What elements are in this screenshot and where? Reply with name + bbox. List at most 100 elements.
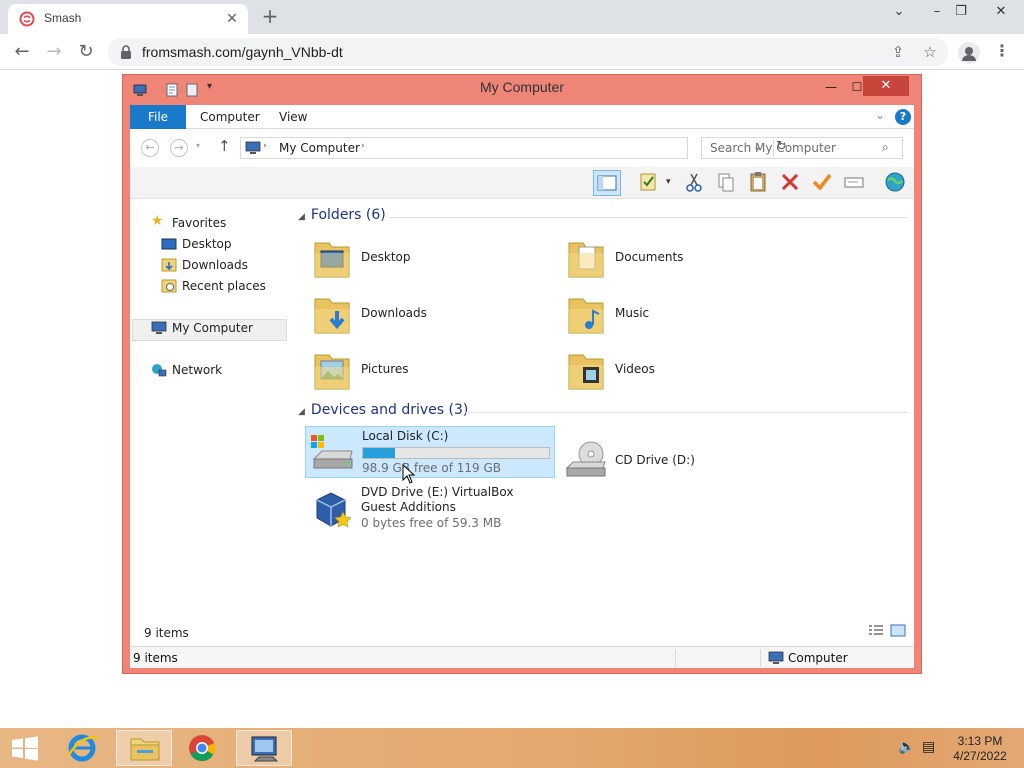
ribbon-expand-chevron-icon[interactable]: ⌄ (875, 108, 885, 122)
collapse-triangle-icon[interactable]: ◢ (298, 407, 305, 417)
taskbar-file-explorer[interactable] (116, 730, 172, 766)
system-clock[interactable]: 3:13 PM 4/27/2022 (944, 734, 1016, 764)
clipboard-icon (750, 172, 766, 192)
window-title: My Computer (479, 79, 565, 95)
nav-favorites-label: Favorites (172, 216, 227, 230)
rename-field-button[interactable] (841, 170, 869, 196)
preview-pane-icon (597, 175, 617, 191)
tab-search-chevron-icon[interactable]: ⌄ (884, 2, 914, 24)
system-drive-icon (311, 435, 353, 469)
folder-tile-downloads[interactable]: Downloads (305, 287, 555, 339)
status-items-count: 9 items (133, 651, 178, 665)
properties-dropdown-icon[interactable]: ▾ (666, 177, 671, 187)
computer-icon (245, 141, 261, 154)
new-tab-button[interactable]: + (258, 5, 282, 29)
start-button[interactable] (0, 730, 50, 766)
taskbar-my-computer[interactable] (236, 730, 292, 766)
back-icon[interactable]: ← (141, 139, 159, 157)
status-divider (675, 649, 676, 667)
network-tray-icon[interactable]: ▤ (922, 739, 935, 755)
large-icons-view-icon[interactable] (890, 624, 906, 638)
clock-time: 3:13 PM (957, 734, 1003, 748)
command-bar: ▾ (130, 167, 914, 199)
recent-places-icon (161, 279, 177, 293)
recent-locations-icon[interactable]: ▾ (196, 141, 200, 150)
music-folder-icon (568, 298, 604, 334)
devices-group-header[interactable]: ◢ Devices and drives (3) (298, 402, 468, 418)
taskbar-internet-explorer[interactable] (54, 730, 110, 766)
folder-tile-pictures[interactable]: Pictures (305, 343, 555, 395)
back-icon[interactable]: ← (10, 40, 34, 64)
forward-icon[interactable]: → (170, 139, 188, 157)
drive-free-space: 0 bytes free of 59.3 MB (361, 516, 502, 530)
tab-computer[interactable]: Computer (200, 110, 260, 124)
browser-tab-strip: Smash ✕ + ⌄ – ❐ ✕ (0, 0, 1024, 34)
address-text[interactable]: My Computer (279, 141, 360, 155)
copy-button[interactable] (713, 170, 741, 196)
folder-tile-music[interactable]: Music (559, 287, 809, 339)
network-globe-button[interactable] (882, 170, 910, 196)
window-close-icon[interactable]: ✕ (863, 76, 909, 96)
search-icon[interactable]: ⌕ (882, 140, 889, 155)
tab-file[interactable]: File (130, 105, 186, 129)
up-arrow-icon[interactable]: ↑ (218, 137, 231, 155)
window-minimize-icon[interactable]: — (823, 77, 839, 97)
profile-avatar-icon[interactable] (958, 42, 980, 64)
reload-icon[interactable]: ↻ (74, 40, 98, 64)
share-icon[interactable]: ⇪ (888, 42, 908, 62)
breadcrumb-separator-icon[interactable]: › (263, 141, 267, 151)
drive-tile-c[interactable]: Local Disk (C:) 98.9 GB free of 119 GB (305, 426, 555, 478)
browser-menu-icon[interactable]: ⋮ (992, 42, 1012, 62)
forward-icon[interactable]: → (42, 40, 66, 64)
details-view-icon[interactable] (868, 624, 884, 638)
drive-name: CD Drive (D:) (615, 453, 695, 467)
drive-free-space: 98.9 GB free of 119 GB (362, 461, 501, 475)
computer-icon (251, 736, 279, 762)
drive-tile-d[interactable]: CD Drive (D:) (559, 441, 809, 478)
nav-desktop-label: Desktop (182, 237, 232, 251)
bookmark-star-icon[interactable]: ☆ (920, 42, 940, 62)
drive-tile-e[interactable]: DVD Drive (E:) VirtualBox Guest Addition… (305, 484, 555, 534)
globe-icon (885, 172, 905, 192)
nav-computer-label: My Computer (172, 321, 253, 335)
desktop-icon (161, 238, 177, 250)
volume-icon[interactable]: 🔈 (898, 739, 915, 755)
address-box[interactable]: › My Computer › ⌄ ↻ (240, 137, 787, 159)
search-placeholder: Search My Computer (710, 141, 836, 155)
nav-network-label: Network (172, 363, 223, 377)
collapse-triangle-icon[interactable]: ◢ (298, 212, 305, 222)
cd-drive-icon (565, 441, 606, 477)
folder-tile-documents[interactable]: Documents (559, 231, 809, 283)
browser-tab[interactable]: Smash ✕ (8, 4, 248, 34)
lock-icon (121, 45, 131, 59)
folder-label: Pictures (361, 362, 409, 376)
drive-usage-fill (363, 448, 395, 458)
folder-label: Downloads (361, 306, 427, 320)
rename-box-icon (844, 177, 864, 188)
documents-folder-icon (568, 242, 604, 278)
rename-button[interactable] (809, 170, 837, 196)
drive-usage-bar (362, 447, 550, 459)
delete-button[interactable] (777, 170, 805, 196)
folders-group-header[interactable]: ◢ Folders (6) (298, 207, 386, 223)
group-divider (465, 412, 908, 413)
downloads-folder-icon (314, 298, 350, 334)
cut-button[interactable] (681, 170, 709, 196)
properties-button[interactable] (636, 170, 664, 196)
taskbar-chrome[interactable] (174, 730, 230, 766)
folder-tile-videos[interactable]: Videos (559, 343, 809, 395)
preview-pane-button[interactable] (593, 170, 621, 196)
folder-label: Desktop (361, 250, 411, 264)
browser-close-icon[interactable]: ✕ (986, 2, 1016, 24)
help-icon[interactable]: ? (895, 109, 911, 125)
folder-label: Documents (615, 250, 684, 264)
folder-tile-desktop[interactable]: Desktop (305, 231, 555, 283)
address-bar[interactable]: fromsmash.com/gaynh_VNbb-dt ⇪ ☆ (108, 38, 948, 66)
tab-view[interactable]: View (279, 110, 307, 124)
tab-close-icon[interactable]: ✕ (222, 9, 242, 29)
search-box[interactable]: Search My Computer ⌕ (701, 137, 903, 159)
restore-icon[interactable]: ❐ (946, 2, 976, 24)
paste-button[interactable] (745, 170, 773, 196)
star-icon: ★ (151, 213, 164, 229)
breadcrumb-separator-icon[interactable]: › (361, 141, 365, 151)
